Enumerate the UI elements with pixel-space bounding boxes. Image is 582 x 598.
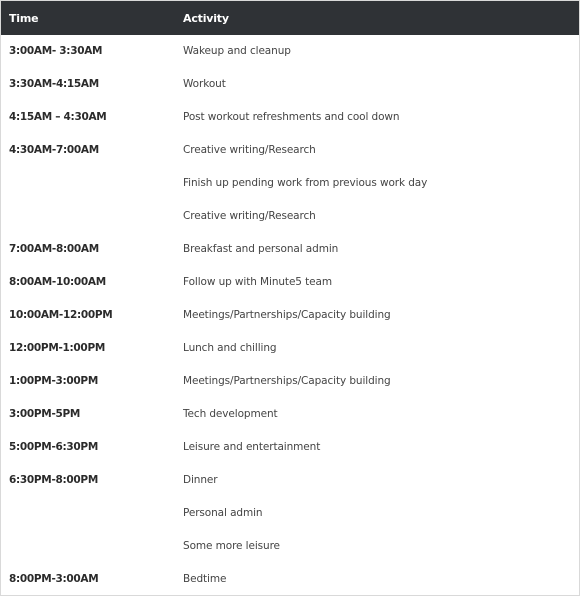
- table-row: 10:00AM-12:00PM Meetings/Partnerships/Ca…: [1, 299, 579, 332]
- time-cell: 3:30AM-4:15AM: [9, 78, 99, 91]
- table-row: 4:15AM – 4:30AM Post workout refreshment…: [1, 101, 579, 134]
- table-row: Some more leisure: [1, 530, 579, 563]
- table-body: 3:00AM- 3:30AM Wakeup and cleanup 3:30AM…: [1, 35, 579, 596]
- time-cell: 6:30PM-8:00PM: [9, 474, 98, 487]
- time-cell: 4:30AM-7:00AM: [9, 144, 99, 157]
- activity-cell: Personal admin: [183, 507, 263, 520]
- activity-cell: Finish up pending work from previous wor…: [183, 177, 428, 190]
- table-row: 7:00AM-8:00AM Breakfast and personal adm…: [1, 233, 579, 266]
- time-cell: 1:00PM-3:00PM: [9, 375, 98, 388]
- activity-cell: Post workout refreshments and cool down: [183, 111, 400, 124]
- time-column-header: Time: [9, 11, 39, 25]
- time-cell: 8:00AM-10:00AM: [9, 276, 106, 289]
- table-row: 6:30PM-8:00PM Dinner: [1, 464, 579, 497]
- time-cell: 10:00AM-12:00PM: [9, 309, 113, 322]
- table-row: 3:30AM-4:15AM Workout: [1, 68, 579, 101]
- activity-cell: Breakfast and personal admin: [183, 243, 339, 256]
- activity-cell: Creative writing/Research: [183, 210, 316, 223]
- time-cell: 3:00PM-5PM: [9, 408, 81, 421]
- activity-cell: Follow up with Minute5 team: [183, 276, 332, 289]
- table-row: Finish up pending work from previous wor…: [1, 167, 579, 200]
- schedule-table: Time Activity 3:00AM- 3:30AM Wakeup and …: [0, 0, 580, 596]
- table-row: 4:30AM-7:00AM Creative writing/Research: [1, 134, 579, 167]
- activity-cell: Wakeup and cleanup: [183, 45, 291, 58]
- activity-cell: Bedtime: [183, 573, 227, 586]
- table-row: 8:00AM-10:00AM Follow up with Minute5 te…: [1, 266, 579, 299]
- table-row: 5:00PM-6:30PM Leisure and entertainment: [1, 431, 579, 464]
- time-cell: 7:00AM-8:00AM: [9, 243, 99, 256]
- table-row: Personal admin: [1, 497, 579, 530]
- activity-cell: Meetings/Partnerships/Capacity building: [183, 309, 391, 322]
- table-row: 8:00PM-3:00AM Bedtime: [1, 563, 579, 596]
- activity-cell: Leisure and entertainment: [183, 441, 321, 454]
- table-row: 3:00AM- 3:30AM Wakeup and cleanup: [1, 35, 579, 68]
- activity-cell: Some more leisure: [183, 540, 280, 553]
- time-cell: 4:15AM – 4:30AM: [9, 111, 107, 124]
- table-row: 12:00PM-1:00PM Lunch and chilling: [1, 332, 579, 365]
- activity-cell: Tech development: [183, 408, 278, 421]
- activity-cell: Creative writing/Research: [183, 144, 316, 157]
- time-cell: 8:00PM-3:00AM: [9, 573, 99, 586]
- time-cell: 12:00PM-1:00PM: [9, 342, 105, 355]
- activity-column-header: Activity: [183, 11, 229, 25]
- table-header: Time Activity: [1, 1, 579, 35]
- table-row: Creative writing/Research: [1, 200, 579, 233]
- table-row: 3:00PM-5PM Tech development: [1, 398, 579, 431]
- activity-cell: Lunch and chilling: [183, 342, 277, 355]
- activity-cell: Meetings/Partnerships/Capacity building: [183, 375, 391, 388]
- time-cell: 3:00AM- 3:30AM: [9, 45, 103, 58]
- time-cell: 5:00PM-6:30PM: [9, 441, 98, 454]
- activity-cell: Dinner: [183, 474, 218, 487]
- activity-cell: Workout: [183, 78, 226, 91]
- table-row: 1:00PM-3:00PM Meetings/Partnerships/Capa…: [1, 365, 579, 398]
